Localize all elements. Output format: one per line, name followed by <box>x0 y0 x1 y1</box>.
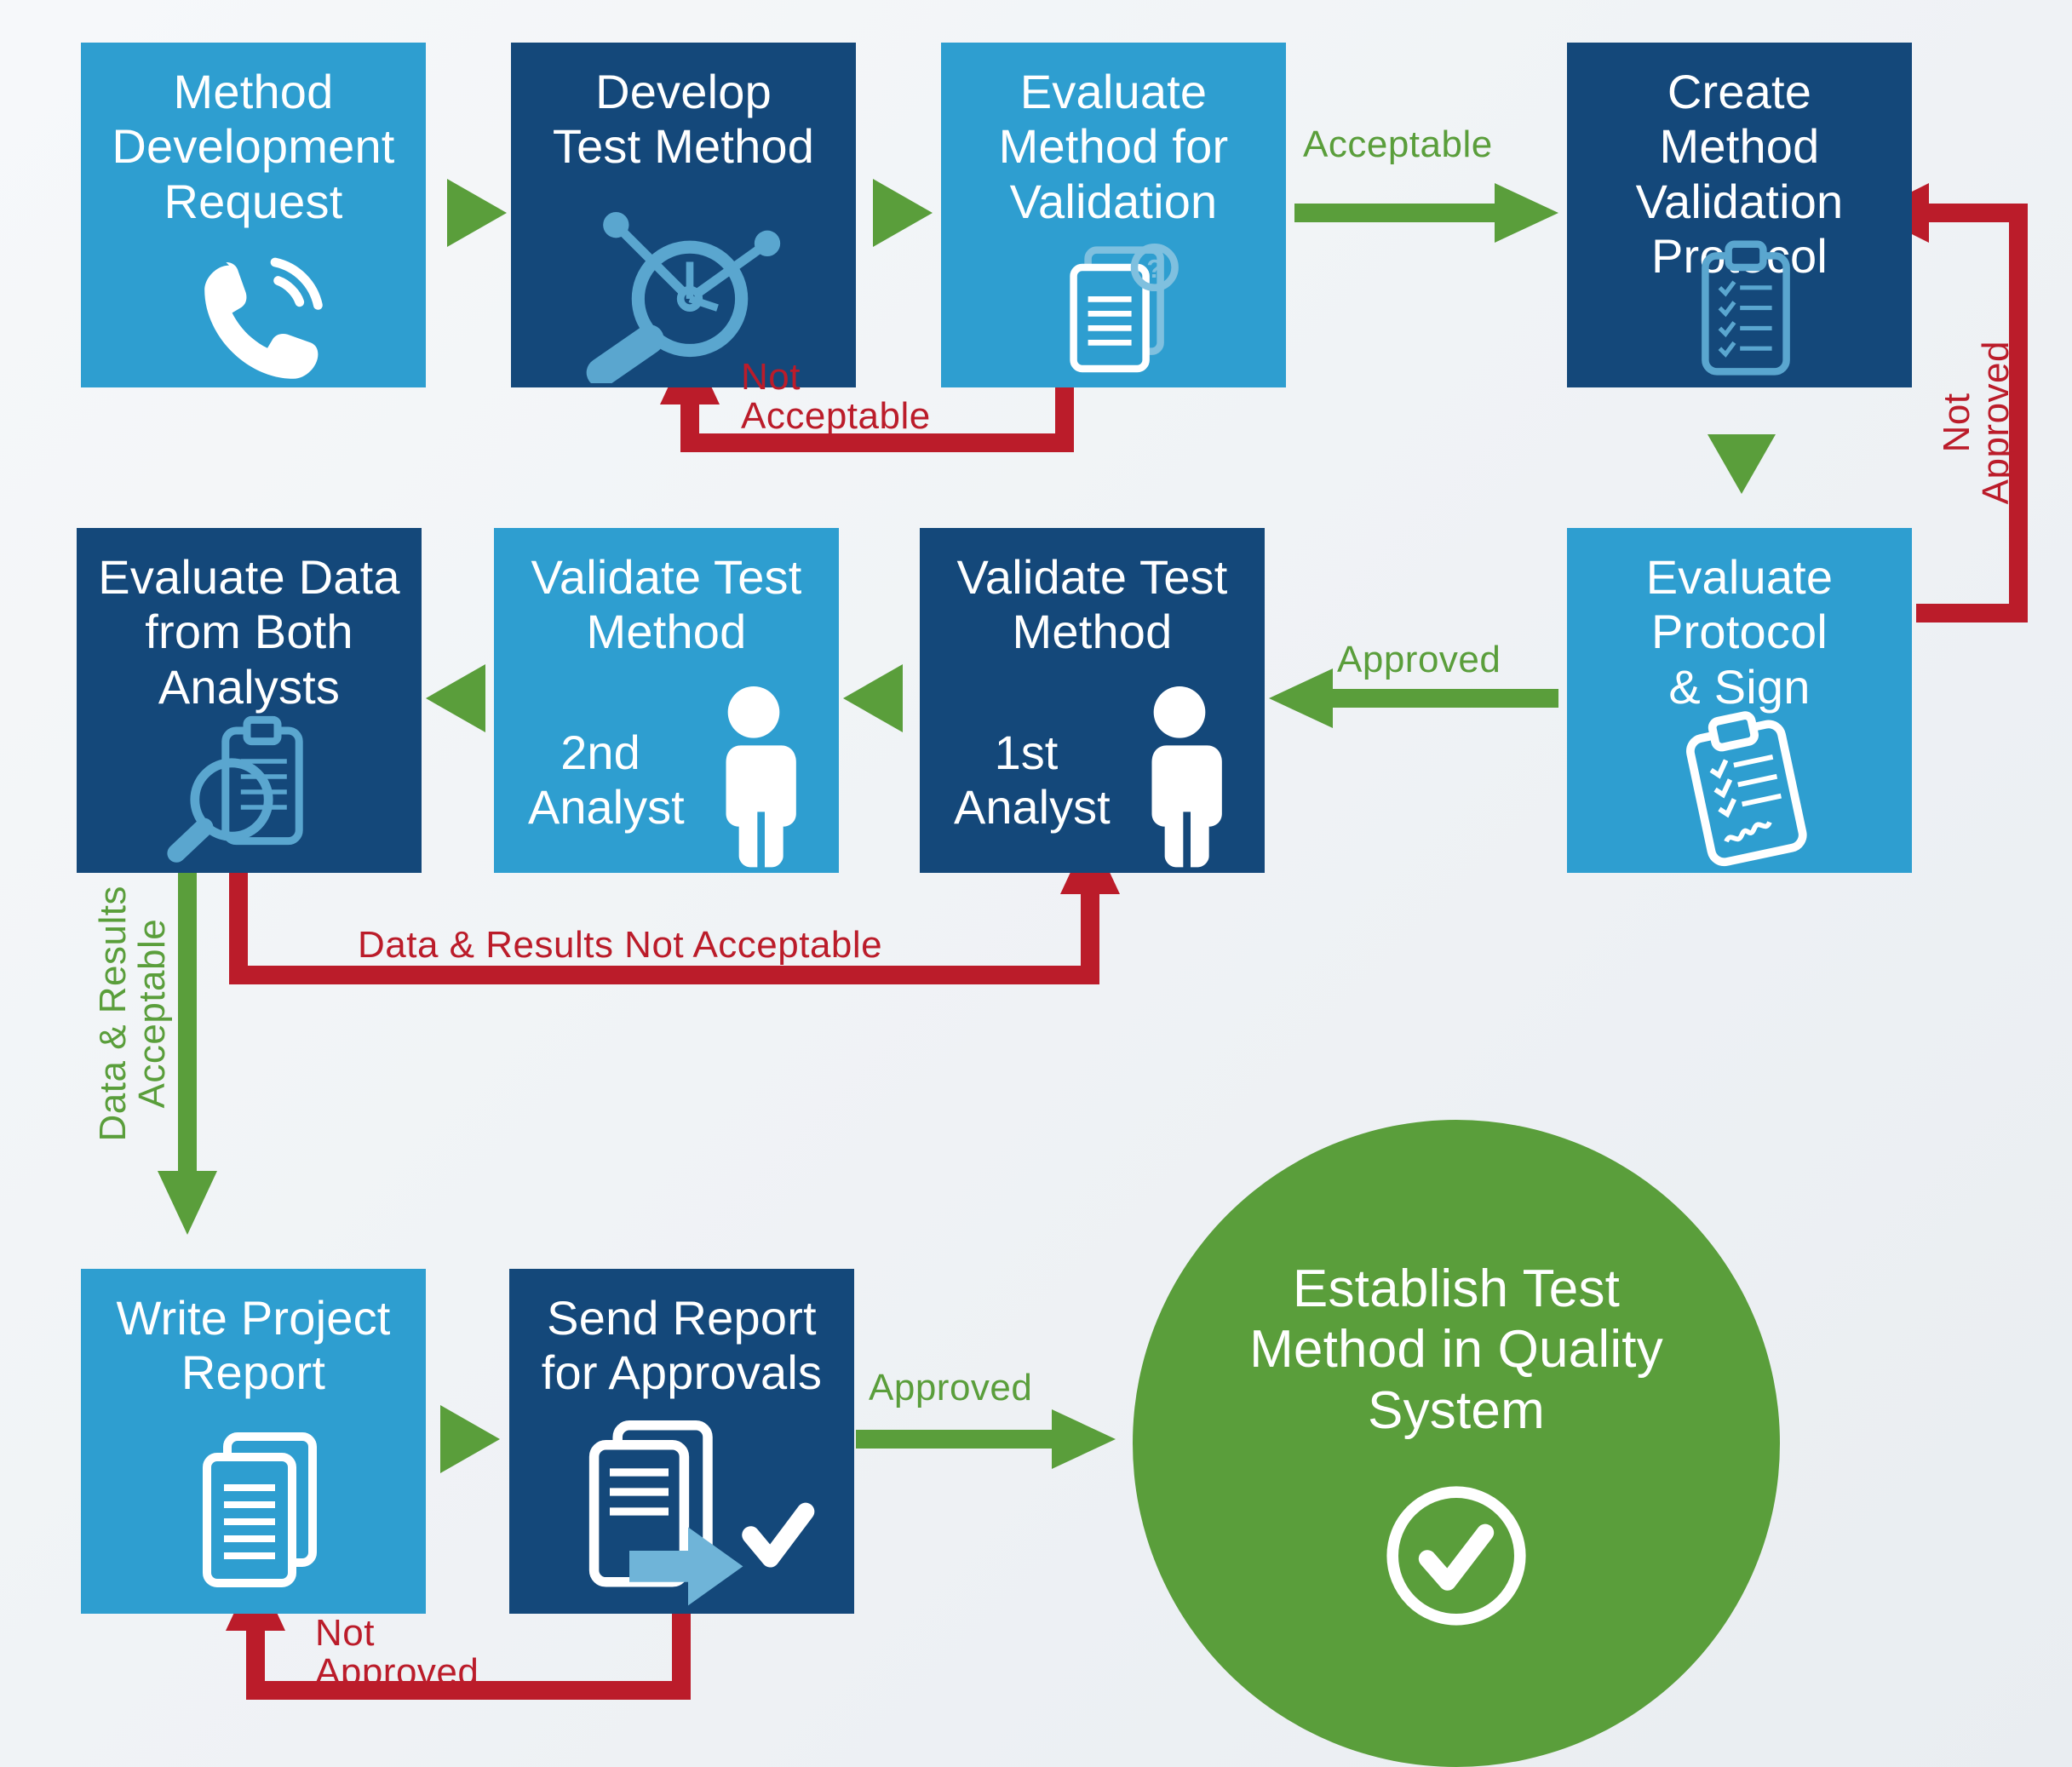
documents-icon <box>183 1422 336 1601</box>
node-label: Write Project Report <box>96 1291 410 1401</box>
analysis-icon <box>579 196 801 383</box>
label-not-approved-2: NotApproved <box>315 1614 479 1692</box>
node-evaluate-method-validation: Evaluate Method for Validation ? <box>941 43 1286 387</box>
node-label: Evaluate Method for Validation <box>956 65 1271 229</box>
document-send-icon <box>560 1414 816 1609</box>
person-icon <box>1124 681 1235 869</box>
svg-text:?: ? <box>1146 255 1162 284</box>
clipboard-check-icon <box>1686 238 1805 383</box>
node-create-validation-protocol: Create Method Validation Protocol <box>1567 43 1912 387</box>
node-label: Send Report for Approvals <box>525 1291 839 1401</box>
node-sublabel: 1stAnalyst <box>954 726 1099 835</box>
node-method-development-request: Method Development Request <box>81 43 426 387</box>
label-data-acceptable: Data & ResultsAcceptable <box>94 886 172 1141</box>
phone-icon <box>183 247 336 400</box>
label-acceptable: Acceptable <box>1303 123 1493 166</box>
node-sublabel: 2ndAnalyst <box>528 726 673 835</box>
label-approved-2: Approved <box>869 1367 1032 1409</box>
node-send-report-approvals: Send Report for Approvals <box>509 1269 854 1614</box>
node-evaluate-protocol-sign: Evaluate Protocol & Sign <box>1567 528 1912 873</box>
clipboard-sign-icon <box>1656 707 1835 873</box>
label-data-not-acceptable: Data & Results Not Acceptable <box>358 924 882 967</box>
node-establish-quality-system: Establish Test Method in Quality System <box>1133 1120 1780 1767</box>
node-develop-test-method: Develop Test Method <box>511 43 856 387</box>
node-label: Evaluate Protocol & Sign <box>1582 550 1897 714</box>
node-validate-1st-analyst: Validate Test Method 1stAnalyst <box>920 528 1265 873</box>
node-label: Develop Test Method <box>526 65 841 175</box>
node-evaluate-data-analysts: Evaluate Data from Both Analysts <box>77 528 422 873</box>
node-write-project-report: Write Project Report <box>81 1269 426 1614</box>
node-label: Evaluate Data from Both Analysts <box>92 550 406 714</box>
clipboard-magnify-icon <box>162 715 332 869</box>
check-circle-icon <box>1384 1483 1529 1628</box>
node-validate-2nd-analyst: Validate Test Method 2ndAnalyst <box>494 528 839 873</box>
node-label: Establish Test Method in Quality System <box>1249 1259 1663 1441</box>
label-not-acceptable: NotAcceptable <box>741 358 931 436</box>
label-not-approved: NotApproved <box>1937 341 2016 504</box>
flow-diagram: Method Development Request Develop Test … <box>0 0 2072 1767</box>
label-approved: Approved <box>1337 639 1501 681</box>
node-label: Validate Test Method <box>935 550 1249 660</box>
person-icon <box>698 681 809 869</box>
node-label: Method Development Request <box>96 65 410 229</box>
node-label: Validate Test Method <box>509 550 824 660</box>
document-question-icon: ? <box>1043 238 1197 383</box>
